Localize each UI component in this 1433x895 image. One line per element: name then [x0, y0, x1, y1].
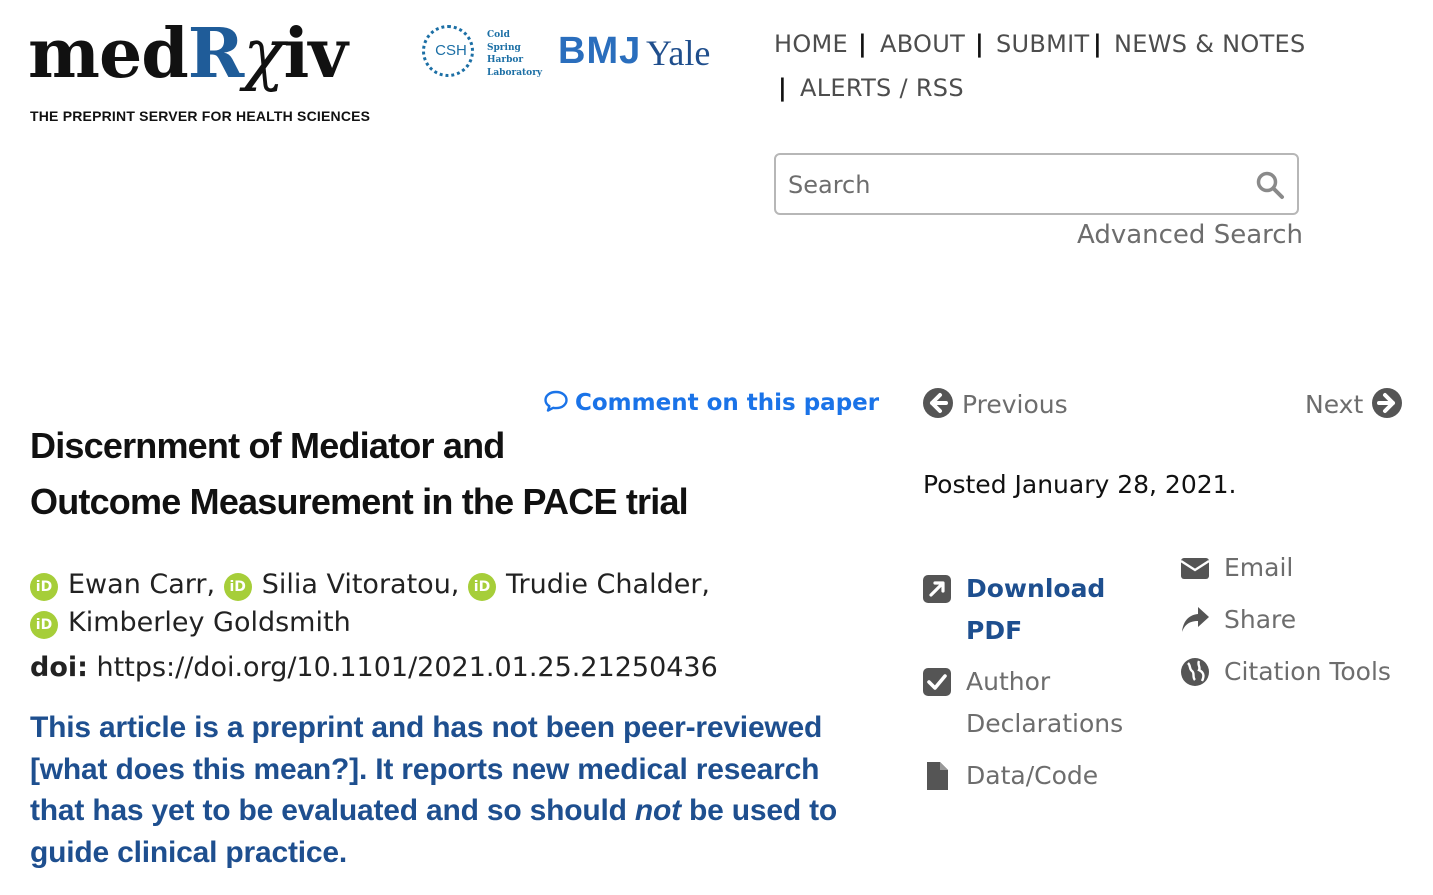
orcid-icon[interactable]: iD [30, 611, 58, 639]
share-label: Share [1224, 605, 1297, 634]
csh-line: Spring [487, 42, 521, 53]
nav-alerts-rss[interactable]: ALERTS / RSS [800, 74, 964, 102]
email-label: Email [1224, 553, 1294, 582]
next-label: Next [1305, 390, 1364, 419]
logo-tagline: THE PREPRINT SERVER FOR HEALTH SCIENCES [30, 108, 371, 124]
email-link[interactable]: Email [1180, 547, 1380, 589]
title-line: Outcome Measurement in the PACE trial [30, 481, 689, 522]
yale-logo[interactable]: Yale [646, 32, 710, 74]
author-name[interactable]: Ewan Carr, [68, 569, 215, 600]
data-code-label: Data/Code [966, 761, 1099, 790]
author-declarations-link[interactable]: Author Declarations [922, 661, 1142, 751]
nav-submit[interactable]: SUBMIT [996, 30, 1090, 58]
nav-separator: | [778, 74, 787, 102]
medrxiv-logo[interactable]: medRχiv [28, 14, 348, 95]
download-pdf-link[interactable]: Download PDF [922, 568, 1152, 658]
posted-date: Posted January 28, 2021. [923, 470, 1237, 499]
csh-line: Harbor [487, 55, 524, 65]
author-name[interactable]: Trudie Chalder, [506, 569, 710, 600]
author-declarations-label: Author Declarations [966, 667, 1124, 738]
article-title: Discernment of Mediator and Outcome Meas… [30, 418, 730, 530]
search-input[interactable] [786, 164, 1250, 206]
external-link-icon [923, 575, 951, 603]
author-list: iD Ewan Carr, iD Silia Vitoratou, iD Trudie… [30, 566, 750, 642]
envelope-icon [1180, 558, 1210, 579]
logo-iv: iv [283, 14, 348, 94]
previous-article-link[interactable]: Previous [922, 387, 1068, 419]
orcid-icon[interactable]: iD [467, 573, 496, 601]
title-line: Discernment of Mediator and [30, 425, 505, 466]
search-box [774, 153, 1299, 215]
preprint-notice: This article is a preprint and has not b… [30, 707, 840, 873]
data-code-link[interactable]: Data/Code [922, 755, 1142, 797]
advanced-search-link[interactable]: Advanced Search [1077, 220, 1303, 250]
csh-logo-abbr: CSH [435, 42, 467, 59]
author-name[interactable]: Kimberley Goldsmith [68, 607, 351, 638]
logo-med: med [28, 14, 189, 94]
nav-separator: | [858, 30, 867, 58]
orcid-icon[interactable]: iD [30, 573, 58, 601]
comment-link-label: Comment on this paper [575, 390, 880, 416]
arrow-right-circle-icon [1372, 388, 1403, 418]
csh-logo-text[interactable]: Cold Spring Harbor Laboratory [487, 29, 542, 79]
citation-tools-link[interactable]: Citation Tools [1180, 651, 1420, 693]
nav-home[interactable]: HOME [774, 30, 848, 58]
nav-news-notes[interactable]: NEWS & NOTES [1114, 30, 1306, 58]
nav-separator: | [975, 30, 984, 58]
orcid-icon[interactable]: iD [223, 573, 252, 601]
next-article-link[interactable]: Next [1305, 387, 1403, 419]
author-name[interactable]: Silia Vitoratou, [262, 569, 460, 600]
comment-icon [544, 390, 568, 412]
previous-label: Previous [961, 390, 1068, 419]
globe-icon [1181, 658, 1209, 686]
doi-link[interactable]: https://doi.org/10.1101/2021.01.25.21250… [97, 652, 718, 683]
bmj-logo[interactable]: BMJ [558, 30, 641, 73]
file-icon [927, 762, 948, 790]
nav-separator: | [1093, 30, 1102, 58]
nav-about[interactable]: ABOUT [880, 30, 965, 58]
csh-line: Laboratory [487, 67, 543, 78]
doi-line: doi: https://doi.org/10.1101/2021.01.25.… [30, 652, 718, 683]
arrow-left-circle-icon [923, 388, 953, 418]
checkbox-icon [923, 668, 951, 696]
doi-label: doi: [30, 652, 88, 683]
notice-emphasis: not [634, 794, 681, 827]
citation-tools-label: Citation Tools [1224, 657, 1391, 686]
share-link[interactable]: Share [1180, 599, 1380, 641]
logo-chi: χ [243, 15, 284, 94]
share-arrow-icon [1182, 607, 1209, 632]
search-icon[interactable] [1255, 170, 1285, 200]
csh-line: Cold [487, 30, 510, 40]
comment-on-paper-link[interactable]: Comment on this paper [543, 389, 879, 416]
download-pdf-label: Download PDF [966, 574, 1106, 645]
logo-r: R [187, 14, 245, 94]
